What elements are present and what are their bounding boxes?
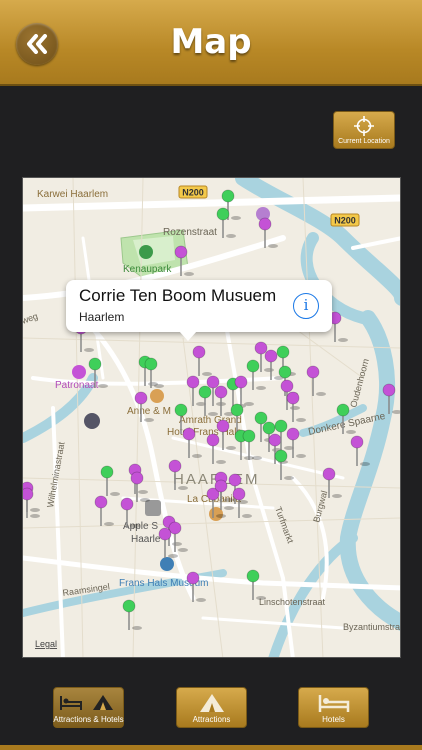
map-callout[interactable]: Corrie Ten Boom Musuem Haarlem i [66, 280, 332, 341]
tent-icon [198, 692, 226, 714]
cinema-poi-icon [84, 413, 100, 429]
crosshair-icon [354, 115, 374, 136]
tab-label: Attractions & Hotels [53, 715, 124, 724]
park-poi-icon [139, 245, 153, 259]
label-kenaupark: Kenaupark [123, 264, 172, 275]
label-turfmarkt: Turfmarkt [273, 505, 296, 545]
current-location-button[interactable]: Current Location [333, 111, 395, 149]
map-pin[interactable] [100, 465, 120, 496]
current-location-label: Current Location [338, 137, 390, 145]
map-pin[interactable] [94, 495, 114, 526]
label-haarle: Haarle [131, 534, 161, 545]
label-anne: Anne & M [127, 406, 171, 417]
label-byzantiumstraat: Byzantiumstraat [343, 622, 401, 632]
label-apple: Apple S [123, 521, 158, 532]
map-pin[interactable] [192, 345, 212, 376]
info-icon[interactable]: i [293, 293, 319, 319]
museum-poi-icon [160, 557, 174, 571]
music-poi-icon [72, 365, 86, 379]
map-pin[interactable] [246, 359, 266, 390]
legal-link[interactable]: Legal [35, 639, 57, 649]
tab-label: Hotels [322, 715, 345, 724]
map-pin[interactable] [306, 365, 326, 396]
label-linschotenstraat: Linschotenstraat [259, 597, 326, 607]
label-oudenhoorn: Oudenhoorn [348, 358, 371, 409]
map-pin[interactable] [23, 487, 40, 518]
road-shield-n200: N200 [182, 188, 204, 198]
label-rozenstraat: Rozenstraat [163, 227, 217, 238]
tab-hotels[interactable]: Hotels [298, 687, 369, 728]
bottom-accent-line [0, 745, 422, 750]
label-amrath: Amrath Grand [179, 415, 242, 426]
cafe-poi-icon [150, 389, 164, 403]
label-patronaat: Patronaat [55, 380, 99, 391]
bed-and-tent-icon [59, 692, 119, 714]
bed-icon [317, 692, 351, 714]
tab-attractions[interactable]: Attractions [176, 687, 247, 728]
map-view[interactable]: N200 N200 Karwei Haarlem Rozenstraat Ken… [22, 177, 401, 658]
road-shield-n200-2: N200 [334, 216, 356, 226]
header: Map [0, 0, 422, 86]
page-title: Map [170, 22, 252, 62]
label-hotel-frans-hals: Hotel Frans Hals [167, 427, 241, 438]
label-weg: weg [23, 311, 39, 326]
map-pin[interactable] [216, 207, 236, 238]
map-pin[interactable] [122, 599, 142, 630]
map-canvas: N200 N200 Karwei Haarlem Rozenstraat Ken… [23, 178, 401, 657]
label-wilhelminastraat: Wilhelminastraat [45, 441, 66, 509]
callout-title: Corrie Ten Boom Musuem [79, 286, 277, 305]
label-karwei: Karwei Haarlem [37, 189, 108, 200]
apple-store-poi-icon [145, 500, 161, 516]
tab-label: Attractions [192, 715, 231, 724]
tab-attractions-hotels[interactable]: Attractions & Hotels [53, 687, 124, 728]
callout-subtitle: Haarlem [79, 310, 125, 324]
